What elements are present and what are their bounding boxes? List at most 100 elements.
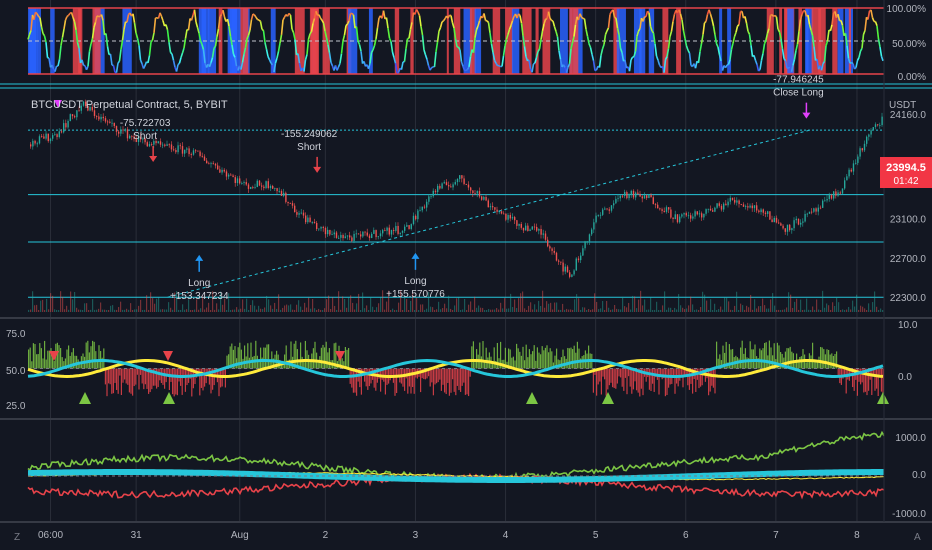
candle-body xyxy=(626,192,628,199)
oscillator-segment xyxy=(433,51,437,67)
oscillator-segment xyxy=(330,62,334,67)
oscillator-segment xyxy=(628,59,632,72)
price-tick: 23100.0 xyxy=(890,214,927,225)
volume-bar xyxy=(846,309,848,312)
oscillator-segment xyxy=(88,43,92,52)
momentum-bar xyxy=(300,342,302,369)
oscillator-segment xyxy=(552,21,556,27)
momentum-bar xyxy=(29,347,31,369)
candle-body xyxy=(404,226,406,231)
volume-bar xyxy=(52,295,54,312)
candle-body xyxy=(544,233,547,240)
momentum-bar xyxy=(631,368,633,394)
candle-body xyxy=(595,215,597,223)
auto-scale-button[interactable]: A xyxy=(914,532,921,543)
volume-bar xyxy=(492,309,494,312)
candle-body xyxy=(872,127,874,131)
volume-bar xyxy=(680,305,682,312)
candle-body xyxy=(166,144,168,146)
volume-bar xyxy=(264,307,266,312)
oscillator-segment xyxy=(193,9,197,23)
oscillator-segment xyxy=(700,34,704,44)
volume-bar xyxy=(116,309,118,312)
volume-bar xyxy=(146,295,148,312)
volume-bar xyxy=(204,309,206,312)
volume-bar xyxy=(646,309,648,312)
volume-bar xyxy=(574,299,576,312)
volume-bar xyxy=(696,309,698,312)
candle-body xyxy=(767,211,769,214)
bottom-oscillator-panel[interactable] xyxy=(27,430,885,500)
candle-body xyxy=(815,208,817,212)
oscillator-segment xyxy=(431,66,434,69)
candle-body xyxy=(190,154,192,155)
momentum-bar xyxy=(762,348,764,369)
volume-bar xyxy=(682,307,684,312)
candle-body xyxy=(210,163,212,165)
candle-body xyxy=(791,228,793,231)
volume-bar xyxy=(456,298,458,312)
candle-body xyxy=(263,186,265,189)
oscillator-segment xyxy=(172,60,176,68)
oscillator-segment xyxy=(763,39,767,45)
oscillator-segment xyxy=(465,68,468,72)
candle-body xyxy=(399,232,401,234)
volume-bar xyxy=(780,309,782,312)
candle-body xyxy=(382,230,384,234)
volume-bar xyxy=(364,308,366,312)
oscillator-segment xyxy=(337,63,341,68)
volume-bar xyxy=(520,293,522,312)
middle-oscillator-panel[interactable] xyxy=(27,340,889,404)
top-oscillator-panel[interactable] xyxy=(0,7,932,85)
momentum-bar xyxy=(509,349,511,369)
volume-bar xyxy=(60,291,62,312)
down-arrow-icon xyxy=(313,166,322,173)
oscillator-segment xyxy=(614,16,617,19)
oscillator-segment xyxy=(669,31,673,37)
volume-bar xyxy=(820,309,822,312)
oscillator-segment xyxy=(829,24,833,31)
candle-body xyxy=(586,241,588,242)
candle-body xyxy=(672,217,674,220)
momentum-bar xyxy=(125,368,127,384)
volume-bar xyxy=(880,308,882,312)
volume-bar xyxy=(636,308,638,312)
volume-bar xyxy=(564,309,566,312)
candle-body xyxy=(214,163,217,166)
volume-bar xyxy=(798,309,800,312)
momentum-bar xyxy=(874,368,876,391)
momentum-bar xyxy=(39,343,41,369)
oscillator-segment xyxy=(351,12,355,16)
trade-annotation: Long +153.347234 xyxy=(170,254,229,302)
candle-body xyxy=(841,188,844,194)
volume-bar xyxy=(744,309,746,312)
momentum-bar xyxy=(453,368,455,392)
candle-body xyxy=(511,217,514,219)
volume-bar xyxy=(862,306,864,312)
volume-bar xyxy=(640,290,642,312)
oscillator-segment xyxy=(771,14,775,17)
volume-bar xyxy=(244,308,246,312)
volume-bar xyxy=(96,309,98,312)
oscillator-segment xyxy=(826,29,830,42)
candle-body xyxy=(289,203,291,204)
trade-side-label: Short xyxy=(297,142,321,153)
volume-bar xyxy=(802,309,804,312)
oscillator-segment xyxy=(373,38,377,46)
candle-body xyxy=(456,178,459,183)
candle-body xyxy=(313,222,316,224)
volume-bar xyxy=(458,297,460,312)
oscillator-segment xyxy=(862,30,866,35)
volume-bar xyxy=(314,308,316,312)
momentum-bar xyxy=(40,348,42,369)
volume-bar xyxy=(158,297,160,312)
candle-body xyxy=(459,175,461,179)
volume-bar xyxy=(410,300,412,312)
momentum-bar xyxy=(87,340,89,369)
oscillator-segment xyxy=(753,55,757,61)
oscillator-segment xyxy=(687,49,691,54)
candle-body xyxy=(245,182,247,185)
momentum-bar xyxy=(612,368,614,388)
candle-body xyxy=(243,182,245,184)
z-icon[interactable]: Z xyxy=(14,532,20,543)
